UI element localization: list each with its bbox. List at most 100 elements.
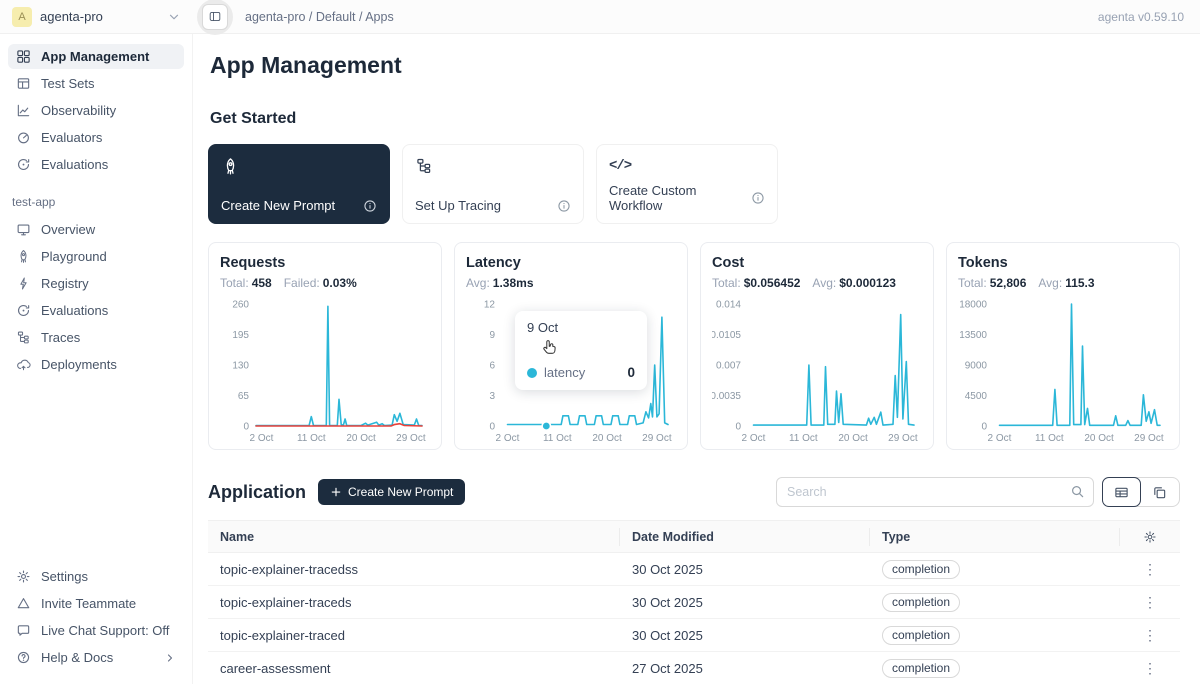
column-date-modified[interactable]: Date Modified xyxy=(620,528,870,546)
table-row[interactable]: topic-explainer-traced 30 Oct 2025 compl… xyxy=(208,619,1180,652)
svg-text:20 Oct: 20 Oct xyxy=(346,433,376,444)
cost-chart[interactable]: 00.00350.0070.01050.0142 Oct11 Oct20 Oct… xyxy=(712,294,922,446)
create-custom-workflow-card[interactable]: </> Create Custom Workflow xyxy=(596,144,778,224)
svg-text:0: 0 xyxy=(243,422,249,433)
sidebar-footer: Settings Invite Teammate Live Chat Suppo… xyxy=(8,564,184,670)
breadcrumb[interactable]: agenta-pro / Default / Apps xyxy=(245,10,394,24)
sidebar-item-deployments[interactable]: Deployments xyxy=(8,352,184,377)
svg-text:4500: 4500 xyxy=(965,391,988,402)
tree-icon xyxy=(16,330,31,345)
gear-icon xyxy=(1143,530,1157,544)
chart-title: Requests xyxy=(220,255,430,271)
rocket-icon xyxy=(221,156,377,176)
svg-text:0: 0 xyxy=(981,422,987,433)
search-input[interactable] xyxy=(776,477,1094,507)
app-name[interactable]: career-assessment xyxy=(208,661,620,676)
svg-text:260: 260 xyxy=(232,300,249,311)
sidebar-item-evaluations[interactable]: Evaluations xyxy=(8,152,184,177)
svg-text:29 Oct: 29 Oct xyxy=(642,433,672,444)
cost-chart-card: Cost Total:$0.056452 Avg:$0.000123 00.00… xyxy=(700,242,934,450)
svg-text:20 Oct: 20 Oct xyxy=(592,433,622,444)
collapse-click-highlight xyxy=(197,0,233,35)
view-toggle xyxy=(1102,477,1180,507)
svg-text:65: 65 xyxy=(238,391,250,402)
topbar: A agenta-pro agenta-pro / Default / Apps… xyxy=(0,0,1200,34)
card-view-button[interactable] xyxy=(1140,478,1179,506)
info-icon[interactable] xyxy=(363,199,377,213)
svg-text:11 Oct: 11 Oct xyxy=(789,433,818,444)
application-title: Application xyxy=(208,482,306,503)
svg-text:195: 195 xyxy=(232,330,249,341)
workspace-avatar: A xyxy=(12,7,32,27)
table-view-button[interactable] xyxy=(1102,477,1141,507)
column-name[interactable]: Name xyxy=(208,528,620,546)
tokens-chart-card: Tokens Total:52,806 Avg:115.3 0450090001… xyxy=(946,242,1180,450)
svg-text:0: 0 xyxy=(735,422,741,433)
sidebar-item-overview[interactable]: Overview xyxy=(8,217,184,242)
svg-text:0.014: 0.014 xyxy=(716,300,741,311)
svg-text:11 Oct: 11 Oct xyxy=(297,433,326,444)
chart-title: Cost xyxy=(712,255,922,271)
gauge-icon xyxy=(16,130,31,145)
svg-text:2 Oct: 2 Oct xyxy=(250,433,274,444)
rocket-icon xyxy=(16,249,31,264)
svg-text:29 Oct: 29 Oct xyxy=(396,433,426,444)
info-icon[interactable] xyxy=(751,191,765,205)
sidebar-item-observability[interactable]: Observability xyxy=(8,98,184,123)
sidebar: App Management Test Sets Observability E… xyxy=(0,34,193,684)
requests-chart[interactable]: 0651301952602 Oct11 Oct20 Oct29 Oct xyxy=(220,294,430,446)
svg-text:13500: 13500 xyxy=(959,330,987,341)
sidebar-item-app-management[interactable]: App Management xyxy=(8,44,184,69)
grid-icon xyxy=(16,49,31,64)
get-started-cards: Create New Prompt Set Up Tracing </> Cre… xyxy=(208,144,1180,224)
workspace-selector[interactable]: A agenta-pro xyxy=(0,7,193,27)
refresh-circle-icon xyxy=(16,303,31,318)
sidebar-collapse-button[interactable] xyxy=(202,4,228,30)
sidebar-item-traces[interactable]: Traces xyxy=(8,325,184,350)
chart-title: Latency xyxy=(466,255,676,271)
sidebar-item-settings[interactable]: Settings xyxy=(8,564,184,589)
question-circle-icon xyxy=(16,650,31,665)
row-more-button[interactable]: ⋮ xyxy=(1120,627,1180,644)
app-name[interactable]: topic-explainer-tracedss xyxy=(208,562,620,577)
table-row[interactable]: topic-explainer-traceds 30 Oct 2025 comp… xyxy=(208,586,1180,619)
sidebar-item-help-docs[interactable]: Help & Docs xyxy=(8,645,184,670)
hand-cursor-icon xyxy=(539,339,558,358)
svg-text:12: 12 xyxy=(484,300,496,311)
svg-text:6: 6 xyxy=(489,361,495,372)
search-icon[interactable] xyxy=(1070,484,1085,499)
app-name[interactable]: topic-explainer-traceds xyxy=(208,595,620,610)
app-date: 30 Oct 2025 xyxy=(620,595,870,610)
table-controls xyxy=(776,477,1180,507)
set-up-tracing-card[interactable]: Set Up Tracing xyxy=(402,144,584,224)
card-label: Set Up Tracing xyxy=(415,198,501,213)
sidebar-item-registry[interactable]: Registry xyxy=(8,271,184,296)
row-more-button[interactable]: ⋮ xyxy=(1120,660,1180,677)
create-new-prompt-card[interactable]: Create New Prompt xyxy=(208,144,390,224)
chat-bubble-icon xyxy=(16,623,31,638)
sidebar-item-live-chat[interactable]: Live Chat Support: Off xyxy=(8,618,184,643)
application-header: Application Create New Prompt xyxy=(208,477,1180,507)
sidebar-item-evaluators[interactable]: Evaluators xyxy=(8,125,184,150)
row-more-button[interactable]: ⋮ xyxy=(1120,594,1180,611)
info-icon[interactable] xyxy=(557,199,571,213)
svg-text:18000: 18000 xyxy=(959,300,987,311)
app-name[interactable]: topic-explainer-traced xyxy=(208,628,620,643)
create-new-prompt-button[interactable]: Create New Prompt xyxy=(318,479,465,505)
monitor-icon xyxy=(16,222,31,237)
table-row[interactable]: career-assessment 27 Oct 2025 completion… xyxy=(208,652,1180,684)
type-badge: completion xyxy=(882,626,960,645)
metrics-charts: Requests Total:458 Failed:0.03% 06513019… xyxy=(208,242,1180,450)
tokens-chart[interactable]: 04500900013500180002 Oct11 Oct20 Oct29 O… xyxy=(958,294,1168,446)
search-box xyxy=(776,477,1094,507)
sidebar-item-evaluations-app[interactable]: Evaluations xyxy=(8,298,184,323)
sidebar-item-invite-teammate[interactable]: Invite Teammate xyxy=(8,591,184,616)
table-row[interactable]: topic-explainer-tracedss 30 Oct 2025 com… xyxy=(208,553,1180,586)
column-type[interactable]: Type xyxy=(870,528,1120,546)
sidebar-item-test-sets[interactable]: Test Sets xyxy=(8,71,184,96)
row-more-button[interactable]: ⋮ xyxy=(1120,561,1180,578)
svg-text:3: 3 xyxy=(489,391,495,402)
sidebar-item-playground[interactable]: Playground xyxy=(8,244,184,269)
svg-text:2 Oct: 2 Oct xyxy=(496,433,520,444)
column-settings[interactable] xyxy=(1120,528,1180,546)
